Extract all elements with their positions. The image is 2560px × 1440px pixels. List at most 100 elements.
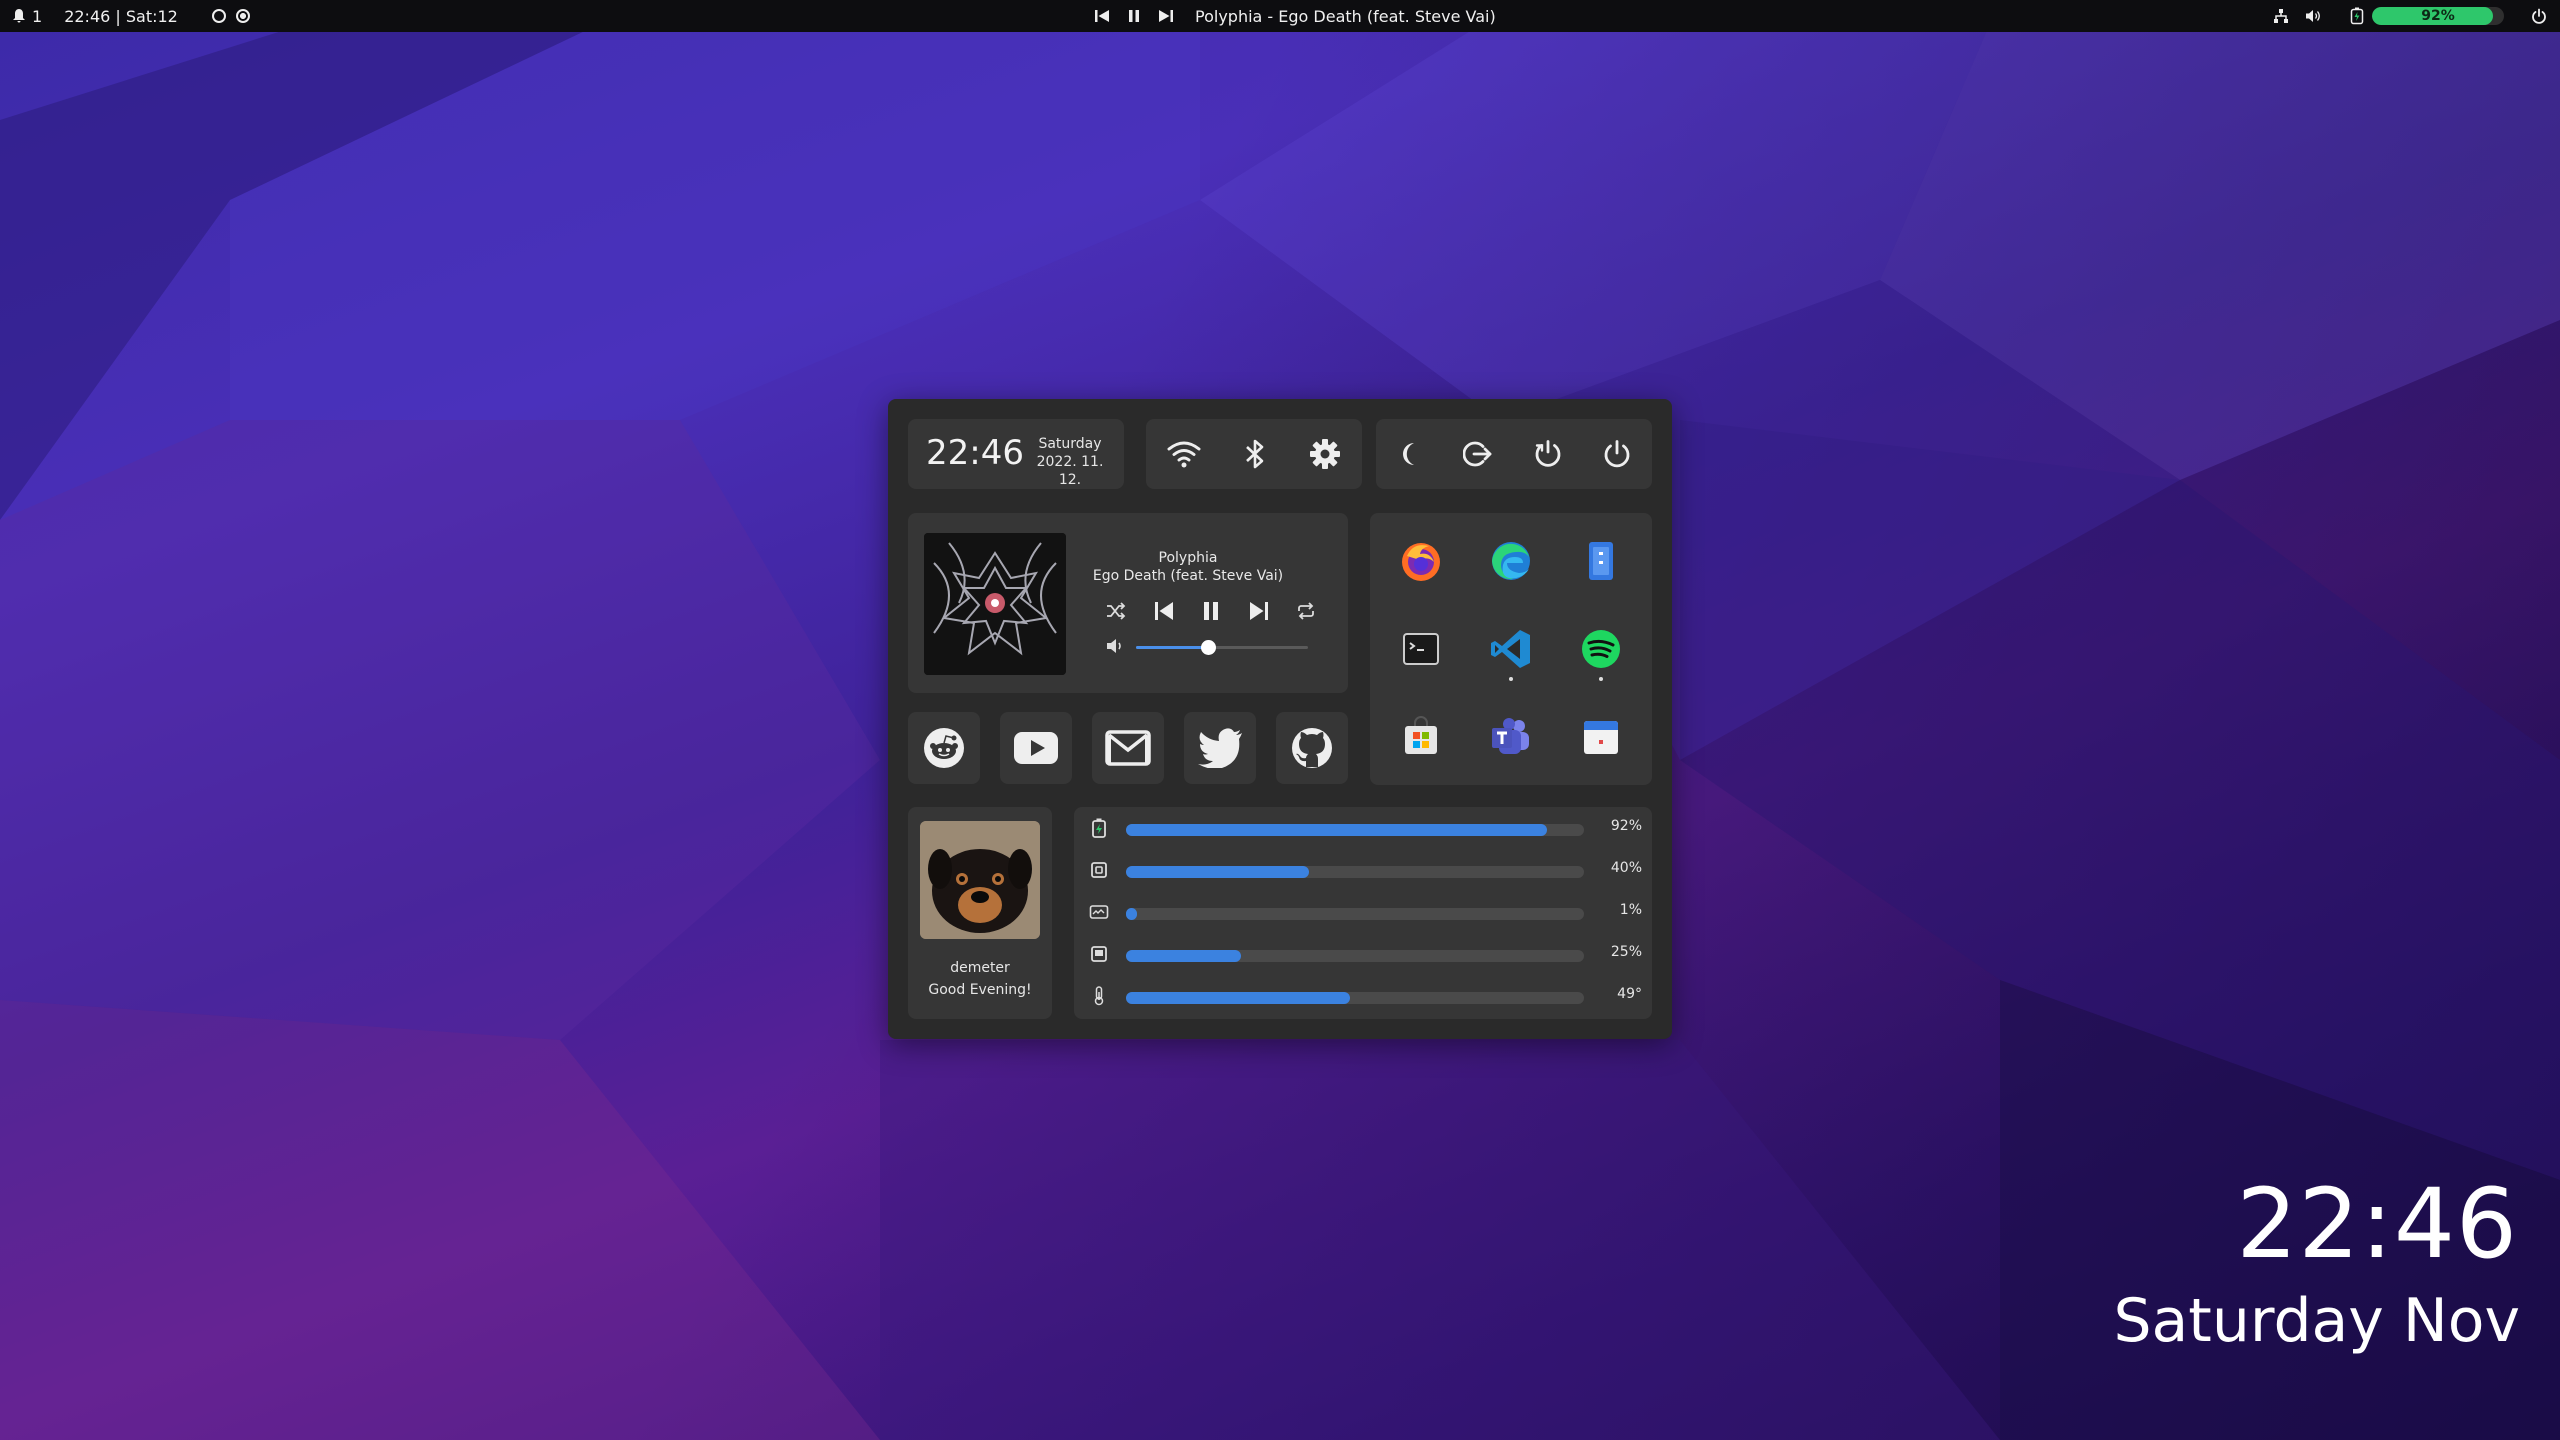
quick-toggles-card	[1146, 419, 1362, 489]
edge-icon	[1492, 542, 1530, 580]
thermometer-icon	[1088, 985, 1110, 1007]
dashboard-panel: 22:46 Saturday 2022. 11. 12. Polyphia Eg…	[888, 399, 1672, 1039]
stat-row-gpu: 1%	[1074, 899, 1650, 925]
reddit-icon	[924, 728, 964, 768]
files-app[interactable]	[1556, 517, 1646, 605]
next-icon[interactable]	[1248, 600, 1270, 622]
calendar-icon	[1584, 721, 1618, 754]
temperature-bar-fill	[1126, 992, 1351, 1004]
volume-fill	[1136, 646, 1209, 649]
reddit-button[interactable]	[908, 712, 980, 784]
volume-slider[interactable]	[1136, 640, 1308, 655]
battery-icon	[1088, 817, 1110, 839]
teams-app[interactable]	[1466, 693, 1556, 781]
shuffle-icon[interactable]	[1106, 602, 1126, 620]
next-icon[interactable]	[1157, 7, 1175, 25]
memory-icon	[1088, 943, 1110, 965]
workspace-indicator-2[interactable]	[235, 9, 250, 23]
cpu-bar	[1126, 866, 1584, 878]
desktop-clock-time: 22:46	[2236, 1168, 2518, 1280]
github-button[interactable]	[1276, 712, 1348, 784]
memory-bar	[1126, 950, 1584, 962]
gpu-icon	[1088, 901, 1110, 923]
running-indicator	[1509, 677, 1513, 681]
battery-pill[interactable]: 92%	[2372, 7, 2504, 25]
previous-icon[interactable]	[1153, 600, 1175, 622]
workspace-indicator-1[interactable]	[211, 9, 226, 23]
gmail-icon	[1105, 730, 1151, 766]
battery-charging-icon[interactable]	[2348, 7, 2366, 25]
spotify-app[interactable]	[1556, 605, 1646, 693]
moon-icon[interactable]	[1396, 440, 1424, 468]
bluetooth-icon[interactable]	[1244, 438, 1266, 470]
gpu-bar-fill	[1126, 908, 1138, 920]
track-info: Polyphia Ego Death (feat. Steve Vai)	[1058, 549, 1318, 585]
stat-row-memory: 25%	[1074, 941, 1650, 967]
temperature-value: 49°	[1617, 986, 1642, 1002]
gear-icon[interactable]	[1309, 438, 1341, 470]
topbar-clock[interactable]: 22:46 | Sat:12	[64, 7, 178, 26]
temperature-bar	[1126, 992, 1584, 1004]
previous-icon[interactable]	[1093, 7, 1111, 25]
wifi-icon[interactable]	[1167, 439, 1201, 469]
memory-value: 25%	[1610, 944, 1642, 960]
firefox-icon	[1402, 543, 1440, 581]
cpu-bar-fill	[1126, 866, 1310, 878]
pause-icon[interactable]	[1201, 600, 1221, 622]
network-icon[interactable]	[2272, 7, 2290, 25]
terminal-app[interactable]	[1376, 605, 1466, 693]
terminal-icon	[1403, 633, 1439, 665]
edge-app[interactable]	[1466, 517, 1556, 605]
teams-icon	[1492, 718, 1529, 754]
gpu-bar	[1126, 908, 1584, 920]
profile-card: demeter Good Evening!	[908, 807, 1052, 1019]
power-icon[interactable]	[2530, 7, 2548, 25]
stat-row-cpu: 40%	[1074, 857, 1650, 883]
power-card	[1376, 419, 1652, 489]
stat-row-battery: 92%	[1074, 815, 1650, 841]
dashboard-day: Saturday	[1038, 436, 1102, 452]
now-playing-title[interactable]: Polyphia - Ego Death (feat. Steve Vai)	[1195, 7, 1496, 26]
music-player-card: Polyphia Ego Death (feat. Steve Vai)	[908, 513, 1348, 693]
github-icon	[1292, 728, 1332, 768]
running-indicator	[1599, 677, 1603, 681]
twitter-button[interactable]	[1184, 712, 1256, 784]
battery-percent: 92%	[2421, 8, 2455, 24]
logout-icon[interactable]	[1463, 439, 1493, 469]
profile-username: demeter	[950, 960, 1010, 976]
dashboard-time: 22:46	[926, 433, 1024, 473]
twitter-icon	[1198, 728, 1242, 768]
store-app[interactable]	[1376, 693, 1466, 781]
desktop-clock-date: Saturday Nov	[2113, 1286, 2520, 1356]
repeat-icon[interactable]	[1296, 602, 1316, 620]
vscode-icon	[1491, 630, 1530, 668]
memory-bar-fill	[1126, 950, 1241, 962]
vscode-app[interactable]	[1466, 605, 1556, 693]
top-bar: 1 22:46 | Sat:12 Polyphia - Ego Death (f…	[0, 0, 2560, 32]
notification-count[interactable]: 1	[32, 7, 42, 26]
calendar-app[interactable]	[1556, 693, 1646, 781]
files-icon	[1589, 542, 1613, 580]
volume-handle[interactable]	[1201, 640, 1217, 655]
album-art	[924, 533, 1066, 675]
profile-greeting: Good Evening!	[928, 982, 1032, 998]
cpu-value: 40%	[1610, 860, 1642, 876]
battery-bar-fill	[1126, 824, 1548, 836]
dashboard-date: Saturday 2022. 11. 12.	[1030, 435, 1110, 489]
volume-icon[interactable]	[1106, 637, 1126, 655]
avatar	[920, 821, 1040, 939]
youtube-button[interactable]	[1000, 712, 1072, 784]
spotify-icon	[1582, 630, 1620, 668]
app-launcher-card	[1370, 513, 1652, 785]
store-icon	[1405, 716, 1437, 754]
pause-icon[interactable]	[1125, 7, 1143, 25]
volume-control	[1106, 637, 1316, 657]
power-icon[interactable]	[1602, 439, 1632, 469]
bell-icon[interactable]	[10, 7, 28, 25]
volume-icon[interactable]	[2304, 7, 2322, 25]
playback-controls	[1106, 597, 1316, 625]
youtube-icon	[1014, 732, 1058, 764]
gmail-button[interactable]	[1092, 712, 1164, 784]
firefox-app[interactable]	[1376, 517, 1466, 605]
restart-icon[interactable]	[1533, 439, 1563, 469]
